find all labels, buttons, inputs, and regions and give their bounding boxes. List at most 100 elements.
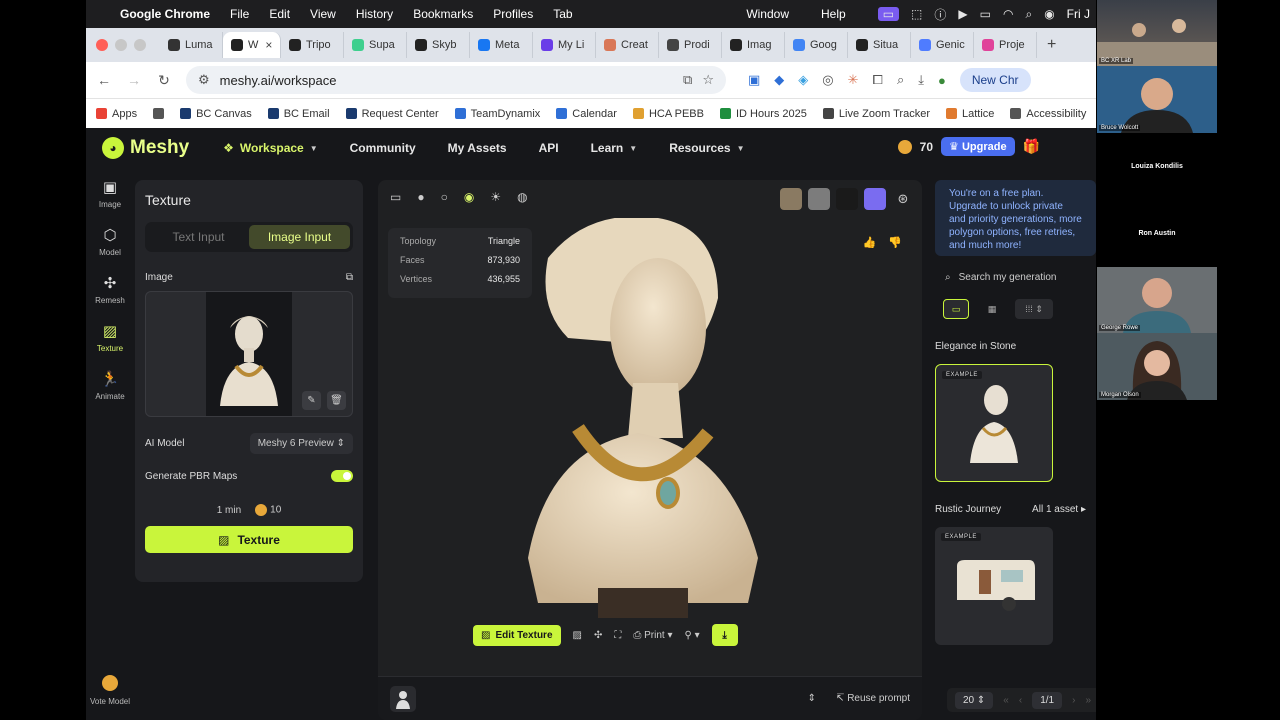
maximize-window-button[interactable] <box>134 39 146 51</box>
asset-card-trailer[interactable]: EXAMPLE <box>935 527 1053 645</box>
new-tab-button[interactable]: + <box>1047 36 1056 54</box>
free-plan-notice[interactable]: You're on a free plan. Upgrade to unlock… <box>935 180 1096 256</box>
menu-view[interactable]: View <box>310 7 336 21</box>
menu-profiles[interactable]: Profiles <box>493 7 533 21</box>
battery-icon[interactable]: ▭ <box>980 7 991 21</box>
browser-tab[interactable]: Imag <box>722 32 785 58</box>
install-icon[interactable]: ⧉ <box>683 72 692 88</box>
grid-view-icon[interactable]: ▦ <box>979 299 1005 319</box>
back-button[interactable]: ← <box>96 72 112 88</box>
browser-tab[interactable]: Skyb <box>407 32 470 58</box>
image-input-tab[interactable]: Image Input <box>249 225 350 249</box>
page-size-select[interactable]: 20 ⇕ <box>955 691 994 709</box>
bookmark-item[interactable]: Apps <box>96 108 137 120</box>
forward-button[interactable]: → <box>126 72 142 88</box>
minimize-window-button[interactable] <box>115 39 127 51</box>
browser-tab[interactable]: Meta <box>470 32 533 58</box>
solid-shading-icon[interactable]: ● <box>417 190 424 204</box>
video-tile-bruce[interactable]: Bruce Wolcott <box>1097 66 1217 133</box>
nav-resources[interactable]: Resources ▼ <box>669 141 744 155</box>
last-page-icon[interactable]: » <box>1085 695 1091 706</box>
edit-image-icon[interactable]: ✎ <box>302 391 321 410</box>
swatch-normal[interactable] <box>864 188 886 210</box>
extension-3-icon[interactable]: ◈ <box>798 72 808 88</box>
model-viewer[interactable]: ▭ ● ○ ◉ ☀ ◍ ⊛ Topology Triangle Faces 873,… <box>378 180 922 720</box>
video-tile-lab[interactable]: BC XR Lab <box>1097 0 1217 66</box>
lighting-icon[interactable]: ☀ <box>490 190 501 204</box>
video-tile-ron[interactable]: Ron Austin <box>1097 200 1217 267</box>
download-icon[interactable]: ⤓ <box>918 72 924 88</box>
next-page-icon[interactable]: › <box>1072 695 1075 706</box>
wireframe-icon[interactable]: ○ <box>441 190 448 204</box>
browser-tab[interactable]: Luma <box>160 32 223 58</box>
browser-tab[interactable]: Situa <box>848 32 911 58</box>
play-icon[interactable]: ▶ <box>958 7 967 21</box>
thumbs-up-icon[interactable]: 👍 <box>863 236 877 249</box>
nav-my-assets[interactable]: My Assets <box>448 141 507 155</box>
more-tools-icon[interactable]: ⚲ ▾ <box>685 630 700 641</box>
menu-window[interactable]: Window <box>746 7 789 21</box>
source-image-thumbnail[interactable] <box>390 685 416 712</box>
gift-icon[interactable]: 🎁 <box>1023 138 1040 155</box>
environment-icon[interactable]: ◍ <box>517 190 527 204</box>
ai-model-select[interactable]: Meshy 6 Preview ⇕ <box>249 433 353 454</box>
profile-avatar[interactable]: ● <box>938 73 946 88</box>
vote-model-button[interactable]: Vote Model <box>86 675 134 706</box>
wifi-icon[interactable]: ◠ <box>1003 7 1013 21</box>
menu-app-name[interactable]: Google Chrome <box>120 7 210 21</box>
bookmark-item[interactable]: Lattice <box>946 108 994 120</box>
text-input-tab[interactable]: Text Input <box>148 225 249 249</box>
print-button[interactable]: ⎙ Print ▾ <box>633 630 672 641</box>
nav-api[interactable]: API <box>539 141 559 155</box>
rail-item-animate[interactable]: 🏃 Animate <box>86 370 134 401</box>
menu-edit[interactable]: Edit <box>269 7 290 21</box>
meshy-logo[interactable]: ◕ Meshy <box>102 137 189 159</box>
menu-bookmarks[interactable]: Bookmarks <box>413 7 473 21</box>
info-icon[interactable]: ⓘ <box>934 6 946 23</box>
nav-workspace[interactable]: ❖ Workspace ▼ <box>223 141 318 155</box>
swatch-metallic[interactable] <box>836 188 858 210</box>
rail-item-model[interactable]: ⬡ Model <box>86 226 134 257</box>
image-dropzone[interactable]: ✎ 🗑 <box>145 291 353 417</box>
clock[interactable]: Fri J <box>1067 7 1090 21</box>
sort-select[interactable]: ⁞⁞⁞ ⇕ <box>1015 299 1053 319</box>
bookmark-item[interactable]: HCA PEBB <box>632 108 704 120</box>
extension-4-icon[interactable]: ◎ <box>822 72 833 88</box>
reload-button[interactable]: ↻ <box>156 72 172 89</box>
first-page-icon[interactable]: « <box>1003 695 1009 706</box>
extensions-puzzle-icon[interactable]: ⧠ <box>873 72 883 88</box>
asset-card-bust[interactable]: EXAMPLE <box>935 364 1053 482</box>
search-input[interactable]: Search my generation <box>959 272 1057 283</box>
rig-tool-icon[interactable]: ⛶ <box>614 630 621 641</box>
extension-2-icon[interactable]: ◆ <box>774 72 784 88</box>
menu-tab[interactable]: Tab <box>553 7 572 21</box>
rail-item-image[interactable]: ▣ Image <box>86 178 134 209</box>
browser-tab[interactable]: Genic <box>911 32 974 58</box>
bookmark-item[interactable]: Accessibility <box>1010 108 1086 120</box>
extension-5-icon[interactable]: ✳ <box>848 72 859 88</box>
swatch-roughness[interactable] <box>808 188 830 210</box>
browser-tab[interactable]: Goog <box>785 32 848 58</box>
nav-learn[interactable]: Learn ▼ <box>591 141 638 155</box>
site-info-icon[interactable]: ⚙ <box>198 72 210 88</box>
video-tile-george[interactable]: George Rowe <box>1097 267 1217 333</box>
folder-view-icon[interactable]: ▭ <box>943 299 969 319</box>
pbr-toggle[interactable] <box>331 470 353 482</box>
remesh-tool-icon[interactable]: ✣ <box>594 630 602 641</box>
video-tile-morgan[interactable]: Morgan Olson <box>1097 333 1217 400</box>
nav-community[interactable]: Community <box>350 141 416 155</box>
browser-tab[interactable]: Tripo <box>281 32 344 58</box>
prev-page-icon[interactable]: ‹ <box>1019 695 1022 706</box>
extension-1-icon[interactable]: ▣ <box>748 72 760 88</box>
thumbs-down-icon[interactable]: 👎 <box>888 236 902 249</box>
texture-shading-icon[interactable]: ◉ <box>464 190 474 204</box>
new-chrome-button[interactable]: New Chr <box>959 68 1031 92</box>
address-bar[interactable]: ⚙ meshy.ai/workspace ⧉ ☆ <box>186 66 726 94</box>
rail-item-texture[interactable]: ▨ Texture <box>86 322 134 353</box>
edit-texture-button[interactable]: ▨ Edit Texture <box>473 624 561 646</box>
bookmark-item[interactable]: BC Email <box>267 108 330 120</box>
bookmark-item[interactable] <box>153 108 165 119</box>
close-window-button[interactable] <box>96 39 108 51</box>
bookmark-item[interactable]: Live Zoom Tracker <box>822 108 930 120</box>
browser-tab[interactable]: Prodi <box>659 32 722 58</box>
